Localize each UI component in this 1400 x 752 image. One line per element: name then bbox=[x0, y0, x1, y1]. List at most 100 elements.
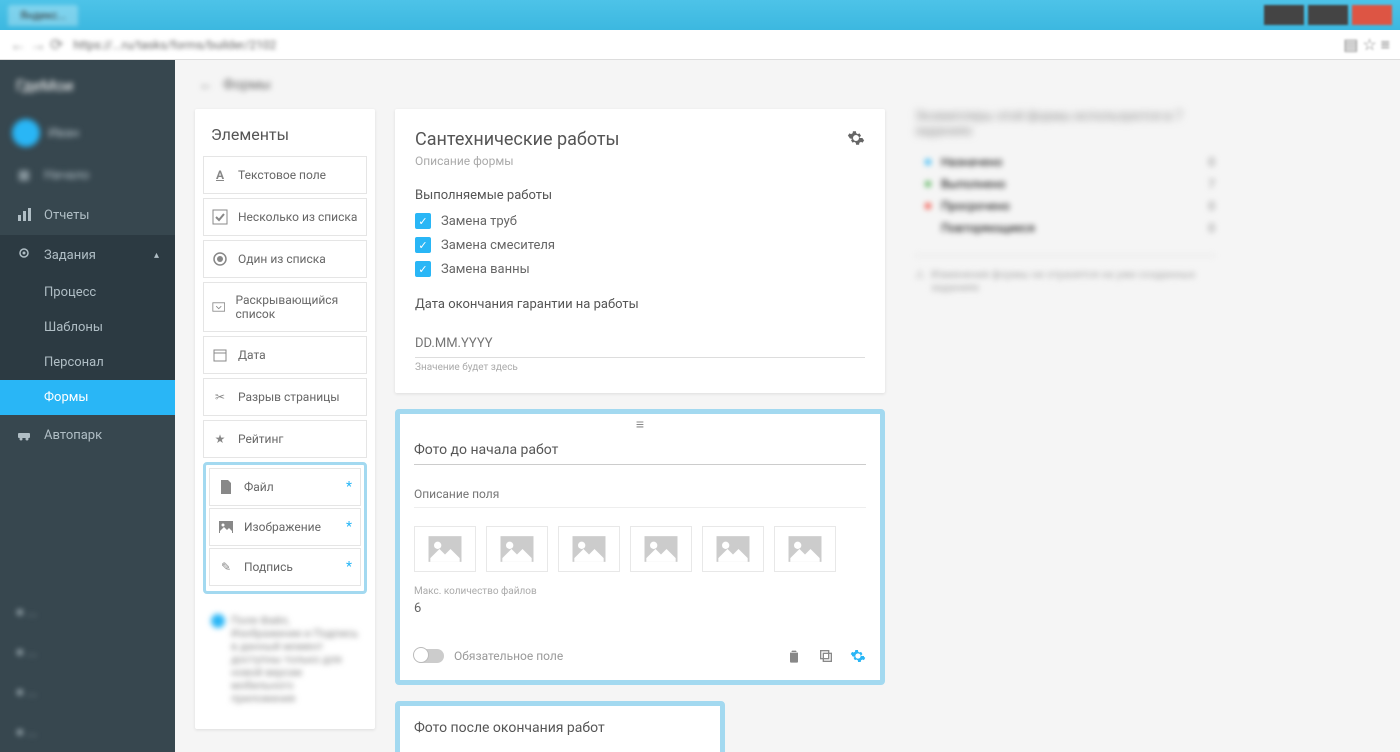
stat-value: 0 bbox=[1208, 199, 1215, 213]
checkbox-checked-icon: ✓ bbox=[415, 213, 431, 229]
field-desc-input[interactable] bbox=[414, 481, 866, 508]
field-footer: Обязательное поле bbox=[414, 646, 866, 666]
date-label: Дата окончания гарантии на работы bbox=[415, 297, 865, 312]
element-label: Один из списка bbox=[238, 252, 326, 266]
new-badge-icon: * bbox=[346, 519, 352, 535]
element-text[interactable]: A Текстовое поле bbox=[203, 156, 367, 194]
form-description[interactable]: Описание формы bbox=[415, 154, 620, 168]
duplicate-button[interactable] bbox=[818, 646, 834, 666]
new-elements-highlight: Файл * Изображение * ✎ Подпись * bbox=[203, 462, 367, 594]
element-date[interactable]: Дата bbox=[203, 336, 367, 374]
date-helper: Значение будет здесь bbox=[415, 362, 865, 373]
field-photo-before[interactable]: ≡ Макс. количество файлов 6 Обязательное… bbox=[395, 409, 885, 685]
sidebar-item-fleet[interactable]: Автопарк bbox=[0, 415, 175, 455]
stat-recurring: Повторяющиеся0 bbox=[915, 221, 1215, 235]
chevron-up-icon: ▴ bbox=[154, 250, 159, 261]
element-label: Текстовое поле bbox=[238, 168, 326, 182]
sidebar-sub-process[interactable]: Процесс bbox=[0, 275, 175, 310]
work-option[interactable]: ✓Замена ванны bbox=[415, 261, 865, 277]
element-label: Подпись bbox=[244, 560, 293, 574]
element-image[interactable]: Изображение * bbox=[209, 508, 361, 546]
sidebar-item-label: Задания bbox=[44, 248, 96, 263]
main-area: ← Формы Элементы A Текстовое поле Нескол… bbox=[175, 60, 1400, 752]
file-icon bbox=[218, 479, 234, 495]
image-placeholder[interactable] bbox=[702, 526, 764, 572]
close-button[interactable] bbox=[1352, 5, 1392, 25]
page-title: Формы bbox=[223, 77, 271, 93]
dot-icon bbox=[925, 181, 931, 187]
right-panel-title: Экземпляры этой формы используются в 7 з… bbox=[915, 109, 1215, 139]
sidebar-footer-3[interactable]: ● ... bbox=[0, 672, 175, 712]
element-radio[interactable]: Один из списка bbox=[203, 240, 367, 278]
right-warning: ⚠ Изменения формы не отразятся на уже со… bbox=[915, 255, 1215, 294]
sidebar-sub-forms[interactable]: Формы bbox=[0, 380, 175, 415]
stat-value: 7 bbox=[1208, 177, 1215, 191]
element-label: Раскрывающийся список bbox=[235, 293, 358, 321]
calendar-icon bbox=[212, 347, 228, 363]
element-label: Разрыв страницы bbox=[238, 390, 340, 404]
sidebar-submenu-tasks: Процесс Шаблоны Персонал Формы bbox=[0, 275, 175, 415]
element-checkbox[interactable]: Несколько из списка bbox=[203, 198, 367, 236]
delete-button[interactable] bbox=[786, 646, 802, 666]
element-label: Изображение bbox=[244, 520, 321, 534]
user-name: Иван bbox=[48, 126, 79, 141]
element-signature[interactable]: ✎ Подпись * bbox=[209, 548, 361, 586]
max-files-value[interactable]: 6 bbox=[414, 601, 866, 616]
field-photo-after[interactable]: Фото после окончания работ bbox=[395, 701, 725, 752]
form-builder-panel: Сантехнические работы Описание формы Вып… bbox=[395, 109, 885, 752]
form-header-card: Сантехнические работы Описание формы Вып… bbox=[395, 109, 885, 393]
star-icon: ★ bbox=[212, 431, 228, 447]
user-block[interactable]: Иван bbox=[0, 111, 175, 155]
browser-tab[interactable]: Яндекс... bbox=[8, 5, 78, 26]
required-label: Обязательное поле bbox=[454, 649, 563, 663]
sidebar-footer-1[interactable]: ● ... bbox=[0, 592, 175, 632]
work-label: Замена ванны bbox=[441, 262, 530, 277]
element-rating[interactable]: ★ Рейтинг bbox=[203, 420, 367, 458]
maximize-button[interactable] bbox=[1308, 5, 1348, 25]
image-placeholder[interactable] bbox=[558, 526, 620, 572]
sidebar-item-label: Отчеты bbox=[44, 208, 89, 223]
new-badge-icon: * bbox=[346, 559, 352, 575]
form-settings-button[interactable] bbox=[847, 129, 865, 151]
sidebar-item-home[interactable]: ▦ Начало bbox=[0, 155, 175, 195]
image-placeholder[interactable] bbox=[414, 526, 476, 572]
elements-title: Элементы bbox=[203, 125, 367, 156]
required-toggle[interactable] bbox=[414, 649, 444, 663]
element-dropdown[interactable]: Раскрывающийся список bbox=[203, 282, 367, 332]
stat-done: Выполнено7 bbox=[915, 177, 1215, 191]
image-placeholder[interactable] bbox=[630, 526, 692, 572]
field-name-input[interactable] bbox=[414, 436, 866, 465]
work-option[interactable]: ✓Замена труб bbox=[415, 213, 865, 229]
element-file[interactable]: Файл * bbox=[209, 468, 361, 506]
sidebar-footer-2[interactable]: ● ... bbox=[0, 632, 175, 672]
location-icon bbox=[16, 247, 32, 263]
pen-icon: ✎ bbox=[218, 559, 234, 575]
dropdown-icon bbox=[212, 299, 225, 315]
image-placeholder[interactable] bbox=[774, 526, 836, 572]
field-settings-button[interactable] bbox=[850, 646, 866, 666]
url-field[interactable]: https://...ru/tasks/forms/builder/2102 bbox=[73, 38, 1333, 52]
sidebar-footer-4[interactable]: ● ... bbox=[0, 712, 175, 752]
stat-value: 0 bbox=[1208, 155, 1215, 169]
image-placeholder[interactable] bbox=[486, 526, 548, 572]
content-row: Элементы A Текстовое поле Несколько из с… bbox=[175, 109, 1400, 752]
field-name: Фото после окончания работ bbox=[414, 720, 706, 736]
dot-icon bbox=[925, 203, 931, 209]
sidebar-item-reports[interactable]: Отчеты bbox=[0, 195, 175, 235]
work-option[interactable]: ✓Замена смесителя bbox=[415, 237, 865, 253]
date-input[interactable] bbox=[415, 330, 865, 358]
drag-handle-icon[interactable]: ≡ bbox=[636, 416, 644, 433]
form-title[interactable]: Сантехнические работы bbox=[415, 129, 620, 150]
sidebar-sub-personnel[interactable]: Персонал bbox=[0, 345, 175, 380]
nav-buttons[interactable]: ← → ⟳ bbox=[10, 35, 63, 55]
minimize-button[interactable] bbox=[1264, 5, 1304, 25]
back-arrow-icon[interactable]: ← bbox=[199, 76, 213, 93]
sidebar-sub-templates[interactable]: Шаблоны bbox=[0, 310, 175, 345]
warning-icon: ⚠ bbox=[915, 268, 925, 294]
stat-label: Просрочено bbox=[941, 199, 1010, 213]
sidebar-item-tasks[interactable]: Задания ▴ bbox=[0, 235, 175, 275]
element-pagebreak[interactable]: ✂ Разрыв страницы bbox=[203, 378, 367, 416]
car-icon bbox=[16, 427, 32, 443]
addr-actions[interactable]: ▤ ☆ ≡ bbox=[1343, 35, 1390, 55]
sidebar: ГдеМои Иван ▦ Начало Отчеты Задания ▴ Пр… bbox=[0, 60, 175, 752]
